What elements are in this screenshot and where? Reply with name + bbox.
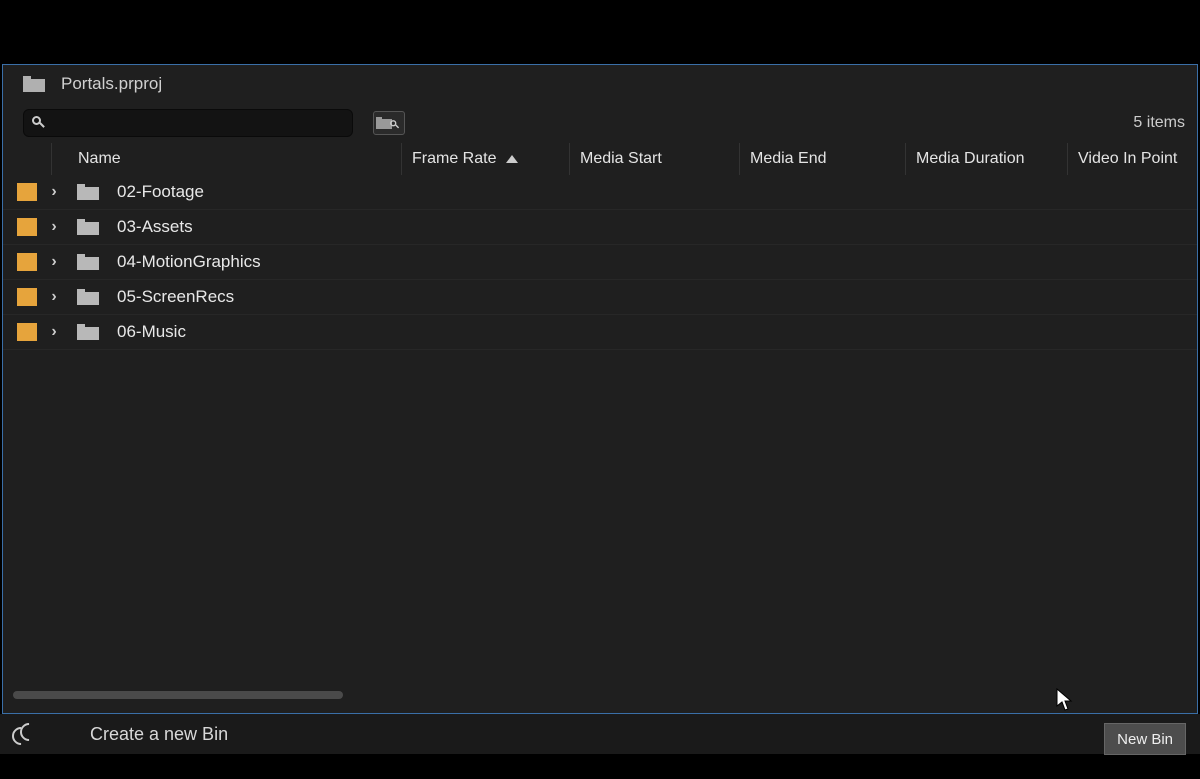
row-color-label[interactable] xyxy=(17,323,37,341)
bin-row[interactable]: 04-MotionGraphics xyxy=(3,245,1197,280)
row-color-label[interactable] xyxy=(17,253,37,271)
horizontal-scrollbar[interactable] xyxy=(13,691,1187,699)
tooltip: New Bin xyxy=(1104,723,1186,755)
search-icon xyxy=(390,120,400,130)
search-icon xyxy=(32,116,46,130)
scrollbar-thumb[interactable] xyxy=(13,691,343,699)
column-headers: Name Frame Rate Media Start Media End Me… xyxy=(3,143,1197,175)
bin-name: 06-Music xyxy=(117,322,186,342)
col-framerate-label: Frame Rate xyxy=(412,150,496,168)
col-mediastart-label: Media Start xyxy=(580,150,662,168)
bin-name: 05-ScreenRecs xyxy=(117,287,234,307)
expand-toggle[interactable] xyxy=(37,253,71,271)
bin-row[interactable]: 02-Footage xyxy=(3,175,1197,210)
tutorial-hint: Create a new Bin xyxy=(90,724,228,745)
col-videoinpoint-label: Video In Point xyxy=(1078,150,1177,168)
project-bin-icon xyxy=(23,76,45,92)
col-media-start[interactable]: Media Start xyxy=(569,143,739,175)
col-mediaend-label: Media End xyxy=(750,150,827,168)
expand-toggle[interactable] xyxy=(37,288,71,306)
col-frame-rate[interactable]: Frame Rate xyxy=(401,143,569,175)
item-count-label: 5 items xyxy=(1133,114,1185,132)
tutorial-bar: Create a new Bin New Bin xyxy=(0,714,1200,754)
project-name: Portals.prproj xyxy=(61,74,162,94)
folder-icon xyxy=(77,184,99,200)
bin-name: 02-Footage xyxy=(117,182,204,202)
folder-icon xyxy=(77,219,99,235)
row-color-label[interactable] xyxy=(17,183,37,201)
col-media-duration[interactable]: Media Duration xyxy=(905,143,1067,175)
col-video-in-point[interactable]: Video In Point xyxy=(1067,143,1197,175)
creative-cloud-icon xyxy=(12,723,34,745)
search-input[interactable] xyxy=(23,109,353,137)
col-label[interactable] xyxy=(3,143,51,175)
folder-icon xyxy=(77,289,99,305)
project-panel: Portals.prproj 5 items Name Frame Rate M… xyxy=(2,64,1198,714)
folder-icon xyxy=(77,324,99,340)
col-name[interactable]: Name xyxy=(51,143,401,175)
bin-row[interactable]: 05-ScreenRecs xyxy=(3,280,1197,315)
bin-name: 03-Assets xyxy=(117,217,193,237)
bin-name: 04-MotionGraphics xyxy=(117,252,261,272)
tooltip-text: New Bin xyxy=(1117,731,1173,748)
col-name-label: Name xyxy=(78,150,121,168)
col-mediaduration-label: Media Duration xyxy=(916,150,1025,168)
sort-ascending-icon xyxy=(506,155,518,163)
row-color-label[interactable] xyxy=(17,288,37,306)
window-blackbar xyxy=(0,0,1200,64)
expand-toggle[interactable] xyxy=(37,183,71,201)
row-color-label[interactable] xyxy=(17,218,37,236)
folder-icon xyxy=(77,254,99,270)
col-media-end[interactable]: Media End xyxy=(739,143,905,175)
bin-row[interactable]: 03-Assets xyxy=(3,210,1197,245)
bin-row[interactable]: 06-Music xyxy=(3,315,1197,350)
bin-rows: 02-Footage 03-Assets 04-MotionGraphics 0… xyxy=(3,175,1197,350)
search-row: 5 items xyxy=(3,103,1197,143)
search-bin-filter-button[interactable] xyxy=(373,111,405,135)
expand-toggle[interactable] xyxy=(37,323,71,341)
project-panel-header: Portals.prproj xyxy=(3,65,1197,103)
expand-toggle[interactable] xyxy=(37,218,71,236)
